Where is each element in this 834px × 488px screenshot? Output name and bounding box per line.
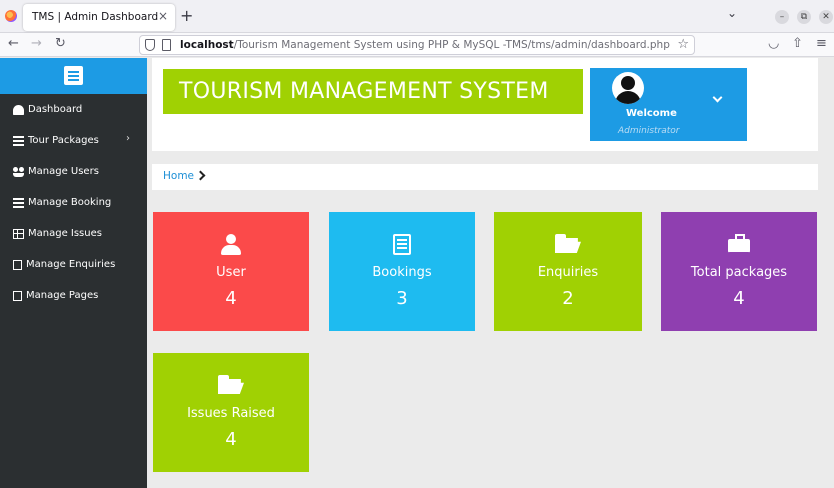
tab-title: TMS | Admin Dashboard — [32, 11, 159, 23]
shield-icon[interactable] — [145, 39, 155, 51]
stat-card-bookings[interactable]: Bookings 3 — [329, 212, 475, 331]
pocket-icon[interactable]: ◡ — [768, 36, 779, 51]
stat-card-value: 4 — [225, 288, 237, 309]
stat-card-value: 4 — [733, 288, 745, 309]
chevron-right-icon — [195, 170, 206, 181]
stat-card-value: 2 — [562, 288, 574, 309]
folder-open-icon — [555, 234, 581, 253]
firefox-logo-icon — [5, 10, 17, 22]
sidebar-item-label: Manage Issues — [28, 228, 102, 239]
stat-card-label: Issues Raised — [187, 406, 275, 421]
close-window-icon[interactable]: ✕ — [819, 10, 833, 24]
stat-card-value: 4 — [225, 429, 237, 450]
user-role: Administrator — [618, 126, 680, 136]
page-header: TOURISM MANAGEMENT SYSTEM Welcome Admini… — [152, 58, 818, 151]
list-alt-icon — [393, 234, 411, 255]
sidebar-item-label: Manage Users — [28, 166, 99, 177]
back-icon[interactable]: ← — [8, 36, 19, 51]
browser-nav-bar: ← → ↻ localhost/Tourism Management Syste… — [0, 33, 834, 57]
browser-tab-bar: TMS | Admin Dashboard × + ⌄ – ⧉ ✕ — [0, 0, 834, 33]
new-tab-button[interactable]: + — [180, 6, 193, 25]
sidebar: Dashboard Tour Packages › Manage Users M… — [0, 58, 147, 488]
list-icon — [13, 197, 24, 208]
stat-card-value: 3 — [396, 288, 408, 309]
tab-close-icon[interactable]: × — [158, 9, 168, 23]
sidebar-item-label: Tour Packages — [28, 135, 99, 146]
url-text: localhost/Tourism Management System usin… — [180, 39, 670, 51]
breadcrumb: Home — [152, 164, 818, 190]
user-profile-dropdown[interactable]: Welcome Administrator — [590, 68, 747, 141]
url-bar[interactable]: localhost/Tourism Management System usin… — [139, 35, 695, 55]
stat-card-label: Total packages — [690, 265, 788, 280]
forward-icon[interactable]: → — [31, 36, 42, 51]
sidebar-item-manage-pages[interactable]: Manage Pages — [0, 280, 147, 311]
stat-card-label: Bookings — [372, 265, 432, 280]
sidebar-item-manage-users[interactable]: Manage Users — [0, 156, 147, 187]
users-icon — [13, 166, 24, 177]
sidebar-item-manage-booking[interactable]: Manage Booking — [0, 187, 147, 218]
list-icon — [13, 135, 24, 146]
sidebar-item-dashboard[interactable]: Dashboard — [0, 94, 147, 125]
chevron-right-icon: › — [126, 133, 130, 144]
url-host: localhost — [180, 39, 234, 51]
url-path: /Tourism Management System using PHP & M… — [233, 39, 670, 51]
app-menu-icon[interactable]: ≡ — [816, 36, 827, 51]
menu-toggle-icon[interactable] — [64, 66, 83, 85]
sidebar-item-label: Manage Booking — [28, 197, 112, 208]
stat-card-label: User — [216, 265, 246, 280]
sidebar-item-manage-enquiries[interactable]: Manage Enquiries — [0, 249, 147, 280]
sidebar-menu: Dashboard Tour Packages › Manage Users M… — [0, 94, 147, 311]
sidebar-item-label: Manage Enquiries — [26, 259, 116, 270]
sidebar-item-label: Dashboard — [28, 104, 83, 115]
list-all-tabs-icon[interactable]: ⌄ — [727, 6, 737, 20]
breadcrumb-home-link[interactable]: Home — [163, 170, 194, 182]
minimize-icon[interactable]: – — [775, 10, 789, 24]
restore-icon[interactable]: ⧉ — [797, 10, 811, 24]
dashboard-icon — [13, 104, 24, 115]
sidebar-item-label: Manage Pages — [26, 290, 99, 301]
user-icon — [220, 234, 242, 256]
briefcase-icon — [728, 234, 750, 253]
extensions-icon[interactable]: ⇧ — [792, 36, 803, 51]
browser-tab[interactable]: TMS | Admin Dashboard × — [23, 4, 175, 31]
site-title: TOURISM MANAGEMENT SYSTEM — [163, 69, 583, 114]
sidebar-item-manage-issues[interactable]: Manage Issues — [0, 218, 147, 249]
folder-open-icon — [218, 375, 244, 394]
welcome-text: Welcome — [626, 108, 677, 119]
file-icon — [13, 290, 22, 301]
bookmark-star-icon[interactable]: ☆ — [677, 37, 689, 52]
avatar-icon — [612, 72, 644, 104]
stat-card-users[interactable]: User 4 — [153, 212, 309, 331]
reload-icon[interactable]: ↻ — [55, 36, 66, 51]
chevron-down-icon[interactable] — [712, 92, 723, 103]
stat-card-issues-raised[interactable]: Issues Raised 4 — [153, 353, 309, 472]
file-icon — [13, 259, 22, 270]
table-icon — [13, 228, 24, 239]
page-info-icon[interactable] — [162, 39, 171, 51]
stat-card-total-packages[interactable]: Total packages 4 — [661, 212, 817, 331]
sidebar-item-tour-packages[interactable]: Tour Packages › — [0, 125, 147, 156]
stat-card-label: Enquiries — [537, 265, 599, 280]
sidebar-header — [0, 58, 147, 94]
stat-card-enquiries[interactable]: Enquiries 2 — [494, 212, 642, 331]
